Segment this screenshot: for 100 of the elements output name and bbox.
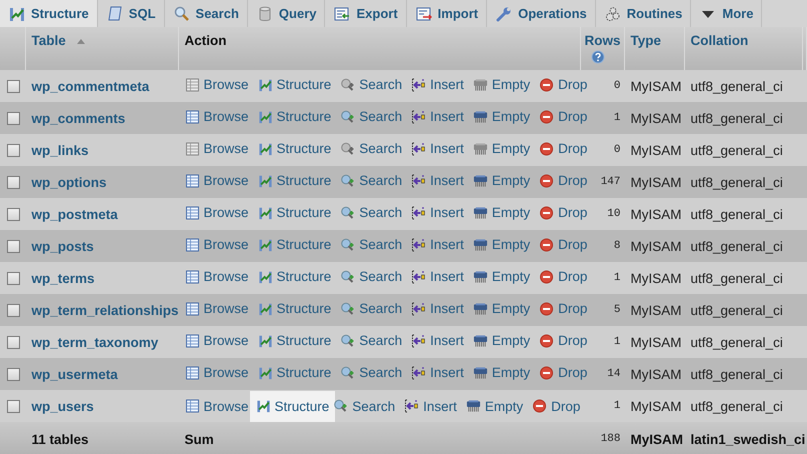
- sort-icon[interactable]: [76, 38, 86, 44]
- action-link[interactable]: Search: [338, 301, 404, 316]
- action-link[interactable]: Browse: [182, 109, 251, 124]
- table-name-link[interactable]: wp_terms: [32, 270, 95, 286]
- action-link[interactable]: Drop: [537, 173, 590, 188]
- action-link[interactable]: Empty: [470, 333, 532, 348]
- action-link[interactable]: Browse: [182, 333, 251, 348]
- action-link[interactable]: Structure: [256, 333, 334, 348]
- action-link[interactable]: Empty: [470, 365, 532, 380]
- action-link[interactable]: Drop: [537, 301, 590, 316]
- action-link[interactable]: Empty: [470, 237, 532, 252]
- checkbox[interactable]: [7, 144, 20, 158]
- column-header[interactable]: Collation: [690, 33, 748, 48]
- action-link[interactable]: Insert: [409, 301, 466, 316]
- action-link[interactable]: Insert: [409, 205, 466, 220]
- table-name-link[interactable]: wp_posts: [32, 238, 94, 254]
- checkbox[interactable]: [7, 240, 20, 254]
- action-link[interactable]: Search: [338, 109, 404, 124]
- action-link[interactable]: Structure: [256, 141, 334, 156]
- table-name-link[interactable]: wp_term_taxonomy: [32, 334, 158, 350]
- action-link[interactable]: Insert: [409, 269, 466, 284]
- action-link[interactable]: Search: [338, 333, 404, 348]
- table-name-link[interactable]: wp_term_relationships: [32, 302, 179, 318]
- table-row[interactable]: wp_users Browse Structure Search Insert Empty Drop 1 MyISAM utf8_general_ci: [0, 390, 806, 422]
- table-name-link[interactable]: wp_links: [32, 142, 89, 158]
- help-icon[interactable]: [590, 50, 604, 64]
- table-name-link[interactable]: wp_options: [32, 174, 106, 190]
- action-link[interactable]: Drop: [537, 109, 590, 124]
- action-link[interactable]: Empty: [470, 173, 532, 188]
- checkbox[interactable]: [7, 176, 20, 190]
- action-link[interactable]: Insert: [409, 365, 466, 380]
- checkbox[interactable]: [7, 400, 20, 414]
- action-link[interactable]: Empty: [470, 109, 532, 124]
- table-row[interactable]: wp_options Browse Structure Search Insert Empty Drop 147 MyISAM utf8_general_ci: [0, 166, 806, 198]
- checkbox[interactable]: [7, 112, 20, 126]
- table-row[interactable]: wp_terms Browse Structure Search Insert Empty Drop 1 MyISAM utf8_general_ci: [0, 262, 806, 294]
- table-row[interactable]: wp_posts Browse Structure Search Insert Empty Drop 8 MyISAM utf8_general_ci: [0, 230, 806, 262]
- tab[interactable]: Search: [164, 0, 248, 27]
- action-link[interactable]: Insert: [409, 173, 466, 188]
- action-link[interactable]: Structure: [256, 301, 334, 316]
- action-link[interactable]: Drop: [537, 237, 590, 252]
- action-link[interactable]: Insert: [409, 141, 466, 156]
- action-link[interactable]: Drop: [537, 269, 590, 284]
- checkbox[interactable]: [7, 304, 20, 318]
- action-link[interactable]: Browse: [182, 398, 251, 414]
- action-link[interactable]: Search: [338, 365, 404, 380]
- action-link[interactable]: Search: [338, 237, 404, 252]
- tab[interactable]: Import: [406, 0, 488, 27]
- action-link[interactable]: Empty: [470, 269, 532, 284]
- action-link[interactable]: Structure: [256, 205, 334, 220]
- column-header[interactable]: Type: [630, 33, 662, 48]
- action-link[interactable]: Drop: [530, 398, 582, 414]
- checkbox[interactable]: [7, 208, 20, 222]
- action-link[interactable]: Browse: [182, 301, 251, 316]
- tab[interactable]: Routines: [596, 0, 692, 27]
- action-link[interactable]: Search: [338, 173, 404, 188]
- action-link[interactable]: Drop: [537, 141, 590, 156]
- table-name-link[interactable]: wp_users: [32, 398, 94, 414]
- action-link[interactable]: Search: [338, 269, 404, 284]
- table-name-link[interactable]: wp_usermeta: [32, 366, 118, 382]
- action-link[interactable]: Structure: [256, 365, 334, 380]
- action-link[interactable]: Search: [338, 205, 404, 220]
- action-link[interactable]: Insert: [409, 237, 466, 252]
- column-header[interactable]: Table: [32, 33, 66, 48]
- action-link[interactable]: Drop: [537, 205, 590, 220]
- action-link[interactable]: Empty: [470, 301, 532, 316]
- checkbox[interactable]: [7, 336, 20, 350]
- action-link[interactable]: Structure: [250, 390, 336, 422]
- action-link[interactable]: Browse: [182, 205, 251, 220]
- action-link[interactable]: Structure: [256, 237, 334, 252]
- action-link[interactable]: Structure: [256, 269, 334, 284]
- action-link[interactable]: Empty: [470, 205, 532, 220]
- checkbox[interactable]: [7, 80, 20, 94]
- table-row[interactable]: wp_postmeta Browse Structure Search Insert Empty Drop 10 MyISAM utf8_general_ci: [0, 198, 806, 230]
- table-name-link[interactable]: wp_postmeta: [32, 206, 118, 222]
- action-link[interactable]: Insert: [409, 109, 466, 124]
- action-link[interactable]: Structure: [256, 77, 334, 92]
- checkbox[interactable]: [7, 272, 20, 286]
- tab[interactable]: Structure: [0, 0, 98, 27]
- action-link[interactable]: Browse: [182, 365, 251, 380]
- table-name-link[interactable]: wp_comments: [32, 110, 126, 126]
- action-link[interactable]: Insert: [402, 398, 459, 414]
- action-link[interactable]: Drop: [537, 333, 590, 348]
- action-link[interactable]: Structure: [256, 173, 334, 188]
- action-link[interactable]: Drop: [537, 365, 590, 380]
- table-row[interactable]: wp_comments Browse Structure Search Insert Empty Drop 1 MyISAM utf8_general_ci: [0, 102, 806, 134]
- column-header[interactable]: Rows: [584, 33, 621, 48]
- table-name-link[interactable]: wp_commentmeta: [32, 78, 150, 94]
- action-link[interactable]: Browse: [182, 173, 251, 188]
- action-link[interactable]: Drop: [537, 77, 590, 92]
- action-link[interactable]: Empty: [464, 398, 526, 414]
- action-link[interactable]: Browse: [182, 237, 251, 252]
- action-link[interactable]: Insert: [409, 77, 466, 92]
- checkbox[interactable]: [7, 368, 20, 382]
- action-link[interactable]: Insert: [409, 333, 466, 348]
- action-link[interactable]: Browse: [182, 269, 251, 284]
- table-row[interactable]: wp_usermeta Browse Structure Search Insert Empty Drop 14 MyISAM utf8_general_ci: [0, 358, 806, 390]
- table-row[interactable]: wp_term_relationships Browse Structure Search Insert Empty Drop 5 MyISAM utf8_general_ci: [0, 294, 806, 326]
- table-row[interactable]: wp_term_taxonomy Browse Structure Search Insert Empty Drop 1 MyISAM utf8_general_ci: [0, 326, 806, 358]
- action-link[interactable]: Structure: [256, 109, 334, 124]
